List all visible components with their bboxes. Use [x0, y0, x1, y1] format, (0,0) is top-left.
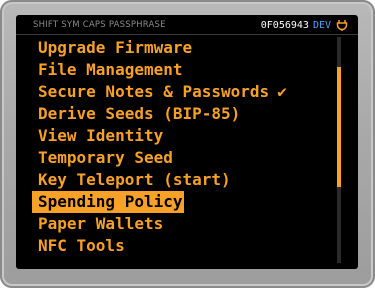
caps-indicator: CAPS — [82, 20, 106, 30]
sym-indicator: SYM — [61, 20, 80, 30]
menu-item-derive-seeds[interactable]: Derive Seeds (BIP-85) — [32, 103, 332, 125]
checkmark-icon: ✔ — [277, 82, 287, 101]
menu-item-label: Derive Seeds (BIP-85) — [38, 104, 241, 123]
shift-indicator: SHIFT — [33, 20, 59, 30]
scrollbar-thumb[interactable] — [337, 67, 341, 187]
menu-item-temporary-seed[interactable]: Temporary Seed — [32, 147, 332, 169]
device-screen: SHIFT SYM CAPS PASSPHRASE 0F056943 DEV Upgr… — [16, 15, 358, 269]
menu-item-spending-policy[interactable]: Spending Policy — [32, 191, 184, 213]
menu-item-label: NFC Tools — [38, 236, 125, 255]
menu-item-label: Secure Notes & Passwords — [38, 82, 270, 101]
menu-item-view-identity[interactable]: View Identity — [32, 125, 332, 147]
menu-item-paper-wallets[interactable]: Paper Wallets — [32, 213, 332, 235]
menu-item-label: View Identity — [38, 126, 164, 145]
fingerprint-label: 0F056943 — [260, 19, 309, 31]
menu-item-label: Spending Policy — [38, 192, 183, 211]
menu-item-label: Upgrade Firmware — [38, 38, 193, 57]
main-menu: Upgrade Firmware File Management Secure … — [32, 37, 332, 257]
device-bezel: SHIFT SYM CAPS PASSPHRASE 0F056943 DEV Upgr… — [0, 0, 375, 288]
status-right: 0F056943 DEV — [261, 19, 348, 31]
menu-item-nfc-tools[interactable]: NFC Tools — [32, 235, 332, 257]
usb-plug-icon — [336, 19, 348, 31]
menu-item-upgrade-firmware[interactable]: Upgrade Firmware — [32, 37, 332, 59]
menu-item-secure-notes[interactable]: Secure Notes & Passwords ✔ — [32, 81, 332, 103]
menu-scrollbar[interactable] — [337, 37, 341, 263]
dev-badge: DEV — [312, 19, 331, 31]
menu-item-label: Paper Wallets — [38, 214, 164, 233]
menu-item-label: File Management — [38, 60, 183, 79]
status-bar: SHIFT SYM CAPS PASSPHRASE 0F056943 DEV — [16, 15, 358, 35]
passphrase-indicator: PASSPHRASE — [108, 20, 166, 30]
menu-item-key-teleport[interactable]: Key Teleport (start) — [32, 169, 332, 191]
keyboard-modifiers: SHIFT SYM CAPS PASSPHRASE — [33, 20, 169, 30]
menu-item-label: Temporary Seed — [38, 148, 173, 167]
menu-item-label: Key Teleport (start) — [38, 170, 231, 189]
menu-item-file-management[interactable]: File Management — [32, 59, 332, 81]
